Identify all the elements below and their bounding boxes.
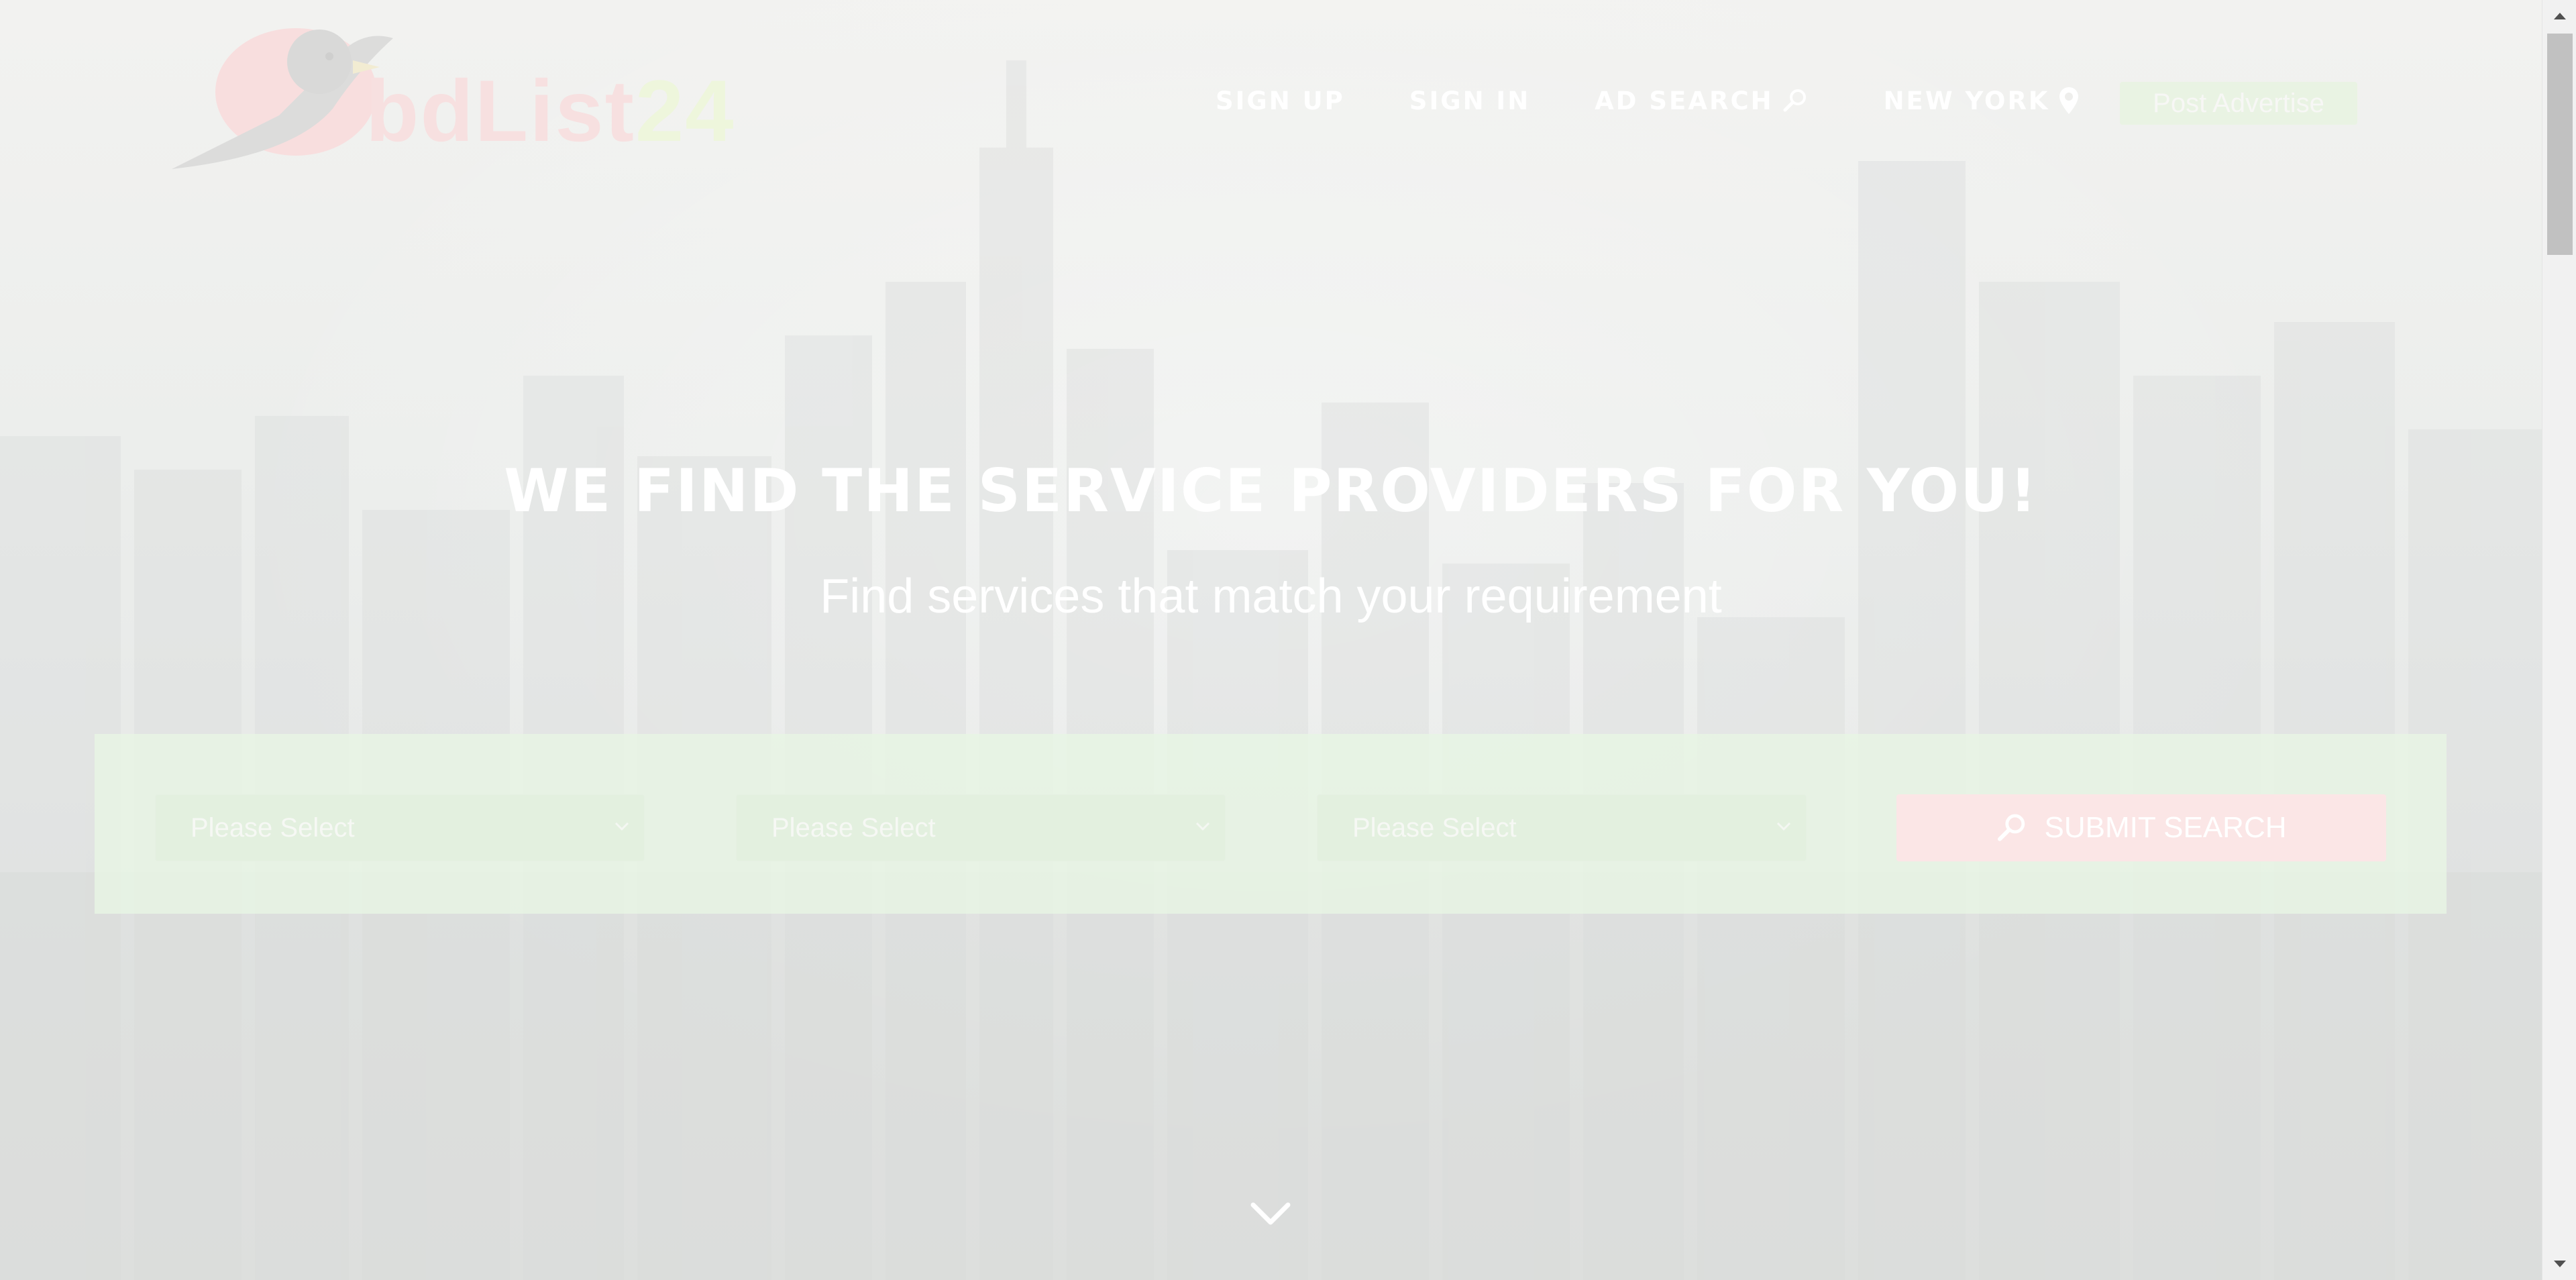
nav-ad-search[interactable]: AD SEARCH [1595,87,1808,115]
subcategory-select-value: Please Select [771,812,936,843]
nav-sign-up[interactable]: SIGN UP [1216,87,1345,115]
chevron-down-icon [1195,822,1210,831]
scrollbar-thumb[interactable] [2547,34,2573,255]
main-nav: SIGN UP SIGN IN AD SEARCH NEW YORK [1216,84,2080,117]
category-select-value: Please Select [191,812,355,843]
hero-subheadline: Find services that match your requiremen… [820,570,1722,623]
city-skyline-background [0,60,2542,1280]
logo-text-number: 24 [635,62,735,160]
chevron-down-icon [1776,822,1791,831]
logo-text-main: bdList [366,62,635,160]
page-viewport: bdList24 SIGN UP SIGN IN AD SEARCH NEW Y… [0,0,2542,1280]
search-icon [1998,814,2025,841]
post-advertise-button[interactable]: Post Advertise [2120,82,2357,125]
vertical-scrollbar[interactable] [2542,0,2576,1280]
location-select-value: Please Select [1352,812,1517,843]
logo-wordmark: bdList24 [366,67,735,154]
category-select[interactable]: Please Select [155,794,645,861]
nav-sign-in-label: SIGN IN [1409,86,1531,115]
scroll-up-arrow[interactable] [2542,0,2576,32]
map-pin-icon [2059,87,2078,114]
nav-location-label: NEW YORK [1883,86,2050,115]
search-panel: Please Select Please Select Please Selec… [95,734,2447,914]
chevron-down-icon [614,822,629,831]
triangle-up-icon [2553,13,2566,19]
chevron-down-icon[interactable] [1249,1199,1292,1229]
triangle-down-icon [2553,1261,2566,1267]
search-icon [1783,89,1806,112]
hero-headline: WE FIND THE SERVICE PROVIDERS FOR YOU! [504,456,2038,525]
nav-ad-search-label: AD SEARCH [1595,86,1774,115]
submit-search-button[interactable]: SUBMIT SEARCH [1896,794,2386,861]
nav-location[interactable]: NEW YORK [1884,86,2080,115]
nav-sign-up-label: SIGN UP [1216,86,1345,115]
subcategory-select[interactable]: Please Select [736,794,1226,861]
nav-sign-in[interactable]: SIGN IN [1409,87,1530,115]
submit-search-label: SUBMIT SEARCH [2044,811,2287,844]
location-select[interactable]: Please Select [1317,794,1807,861]
scroll-down-arrow[interactable] [2542,1248,2576,1280]
